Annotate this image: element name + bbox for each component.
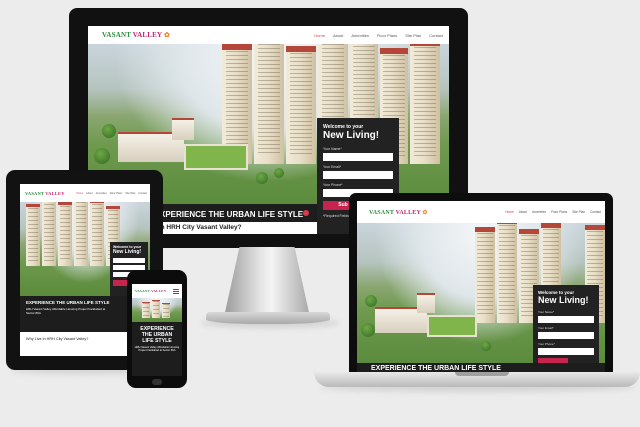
menu-item-about[interactable]: About xyxy=(86,192,93,195)
name-label: Your Name* xyxy=(323,147,342,151)
tree xyxy=(274,168,284,178)
brand-name: VASANT VALLEY ✿ xyxy=(102,31,171,39)
email-label: Your Email* xyxy=(323,165,342,169)
menu-item-about[interactable]: About xyxy=(519,210,527,214)
email-input[interactable] xyxy=(323,171,393,179)
menu-item-amenities[interactable]: Amenities xyxy=(351,33,369,38)
tablet-nav: VASANT VALLEY Home About Amenities Floor… xyxy=(20,184,150,202)
phone-hero-image xyxy=(132,298,182,322)
tower xyxy=(142,302,150,318)
phone-input[interactable] xyxy=(538,348,594,355)
tower xyxy=(475,227,495,323)
phone-logo[interactable]: VASANT VALLEY xyxy=(135,289,166,293)
phone-nav: VASANT VALLEY xyxy=(132,284,182,298)
menu-item-site-plan[interactable]: Site Plan xyxy=(572,210,585,214)
tablet-logo[interactable]: VASANT VALLEY xyxy=(25,191,65,196)
email-label: Your Email* xyxy=(538,326,554,330)
menu-item-site-plan[interactable]: Site Plan xyxy=(405,33,421,38)
name-input[interactable] xyxy=(323,153,393,161)
desktop-logo[interactable]: VASANT VALLEY ✿ xyxy=(102,31,170,39)
menu-item-floor-plans[interactable]: Floor Plans xyxy=(110,192,123,195)
tree xyxy=(94,148,110,164)
tower xyxy=(410,44,440,164)
desktop-menu: Home About Amenities Floor Plans Site Pl… xyxy=(314,33,443,38)
tower xyxy=(26,204,40,266)
name-label: Your Name* xyxy=(538,310,555,314)
name-input[interactable] xyxy=(113,258,145,263)
clubhouse-wing xyxy=(417,293,435,313)
tree xyxy=(102,124,116,138)
menu-item-contact[interactable]: Contact xyxy=(138,192,147,195)
monitor-slider-arrow[interactable] xyxy=(303,210,309,216)
form-title-line2: New Living! xyxy=(113,249,142,255)
tablet-menu: Home About Amenities Floor Plans Site Pl… xyxy=(77,192,148,195)
tower xyxy=(497,223,517,323)
laptop-logo[interactable]: VASANT VALLEY ✿ xyxy=(369,209,428,216)
menu-item-home[interactable]: Home xyxy=(77,192,84,195)
monitor-stand xyxy=(224,247,310,317)
form-title-line2: New Living! xyxy=(323,130,380,141)
menu-item-floor-plans[interactable]: Floor Plans xyxy=(551,210,567,214)
laptop-device: VASANT VALLEY ✿ Home About Amenities Flo… xyxy=(349,193,613,373)
laptop-enquiry-form: Welcome to your New Living! Your Name* Y… xyxy=(533,285,599,373)
laptop-notch xyxy=(455,372,509,376)
name-input[interactable] xyxy=(538,316,594,323)
brand-name: VASANT VALLEY ✿ xyxy=(369,209,428,216)
menu-item-amenities[interactable]: Amenities xyxy=(532,210,546,214)
phone-hero-banner: EXPERIENCE THE URBAN LIFE STYLE HRH Vasa… xyxy=(132,322,182,376)
hamburger-menu-icon[interactable] xyxy=(173,288,179,294)
brand-name: VASANT VALLEY xyxy=(25,190,65,196)
brand-name: VASANT VALLEY xyxy=(135,289,167,293)
monitor-base xyxy=(206,312,330,324)
email-input[interactable] xyxy=(538,332,594,339)
tower xyxy=(254,44,284,164)
menu-item-contact[interactable]: Contact xyxy=(590,210,601,214)
lawn xyxy=(184,144,248,170)
tower xyxy=(162,303,170,318)
phone-title-line3: LIFE STYLE xyxy=(142,338,172,344)
tower xyxy=(286,46,316,164)
tower xyxy=(58,202,72,266)
menu-item-floor-plans[interactable]: Floor Plans xyxy=(377,33,397,38)
tower xyxy=(42,202,56,266)
desktop-nav: VASANT VALLEY ✿ Home About Amenities Flo… xyxy=(88,26,449,44)
phone-label: Your Phone* xyxy=(323,183,343,187)
banner-subtitle: HRH Vasant Valley Affordable Housing Pro… xyxy=(26,307,106,315)
lawn xyxy=(427,315,477,337)
tree xyxy=(361,323,375,337)
laptop-site: VASANT VALLEY ✿ Home About Amenities Flo… xyxy=(357,201,605,373)
menu-item-home[interactable]: Home xyxy=(505,210,514,214)
tree xyxy=(365,295,377,307)
menu-item-site-plan[interactable]: Site Plan xyxy=(125,192,135,195)
laptop-menu: Home About Amenities Floor Plans Site Pl… xyxy=(505,210,601,214)
form-title-line2: New Living! xyxy=(538,295,589,305)
phone-label: Your Phone* xyxy=(538,342,555,346)
tower xyxy=(90,202,104,266)
tower xyxy=(74,202,88,266)
phone-device: VASANT VALLEY EXPERIENCE THE URBAN LIFE … xyxy=(127,270,187,388)
phone-home-button[interactable] xyxy=(152,379,162,385)
phone-site: VASANT VALLEY EXPERIENCE THE URBAN LIFE … xyxy=(132,284,182,376)
menu-item-about[interactable]: About xyxy=(333,33,343,38)
clubhouse-wing xyxy=(172,118,194,140)
menu-item-amenities[interactable]: Amenities xyxy=(96,192,107,195)
tree xyxy=(481,341,491,351)
laptop-nav: VASANT VALLEY ✿ Home About Amenities Flo… xyxy=(357,201,605,223)
phone-subtitle: HRH Vasant Valley Affordable Housing Pro… xyxy=(134,346,180,353)
tree xyxy=(256,172,268,184)
menu-item-home[interactable]: Home xyxy=(314,33,325,38)
tower xyxy=(152,300,160,318)
menu-item-contact[interactable]: Contact xyxy=(429,33,443,38)
